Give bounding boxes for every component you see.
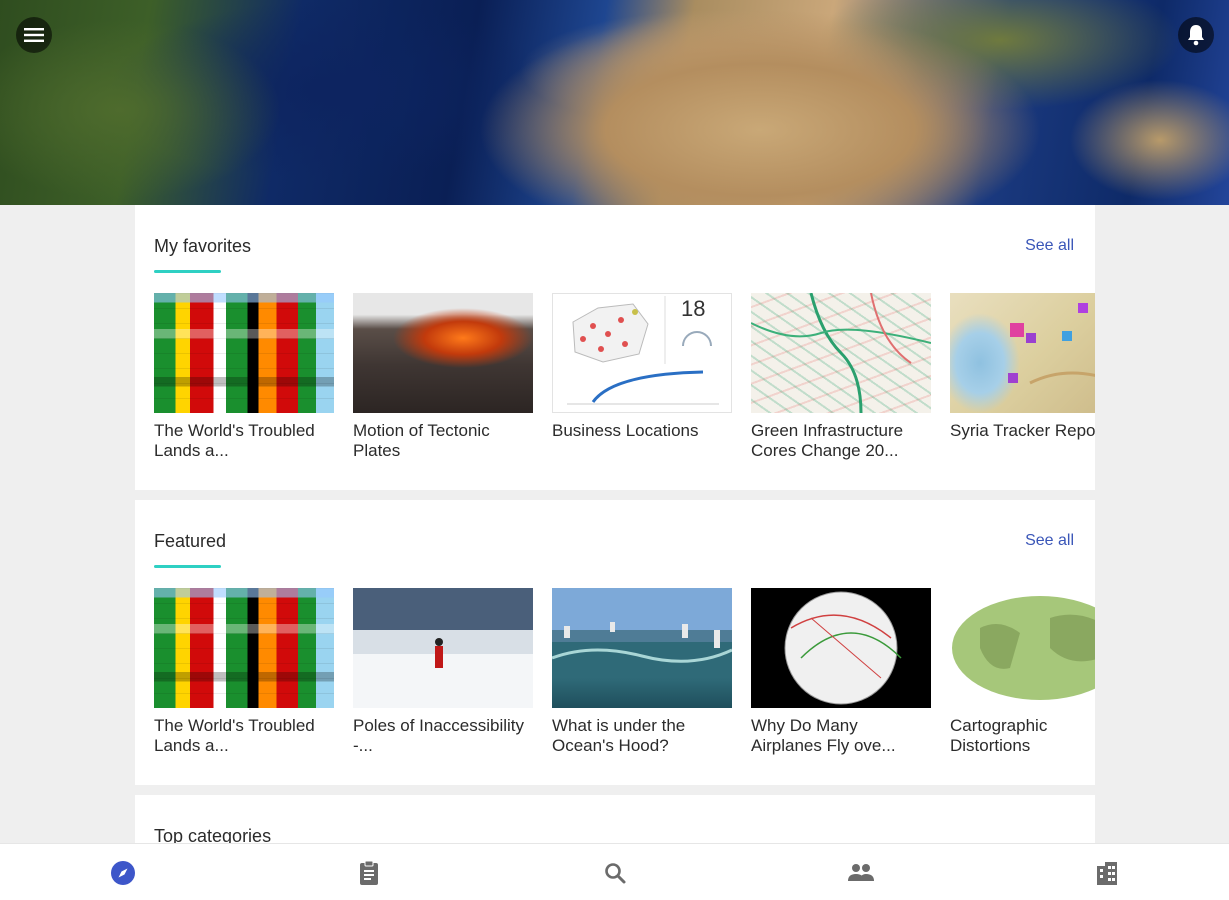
item-thumbnail	[353, 588, 533, 708]
item-card[interactable]: Cartographic Distortions	[950, 588, 1095, 756]
building-icon	[1097, 862, 1117, 885]
notifications-button[interactable]	[1178, 17, 1214, 53]
section-title: My favorites	[154, 236, 252, 256]
item-title: Motion of Tectonic Plates	[353, 421, 490, 460]
item-thumbnail: 18	[552, 293, 732, 413]
item-title: The World's Troubled Lands a...	[154, 716, 315, 755]
item-card[interactable]: Green Infrastructure Cores Change 20...	[751, 293, 931, 461]
item-thumbnail	[154, 588, 334, 708]
nav-search[interactable]	[601, 859, 629, 887]
item-card[interactable]: The World's Troubled Lands a...	[154, 293, 334, 461]
people-icon	[848, 864, 874, 881]
item-title: Poles of Inaccessibility -...	[353, 716, 525, 755]
nav-groups[interactable]	[847, 859, 875, 887]
item-thumbnail	[154, 293, 334, 413]
item-card[interactable]: Why Do Many Airplanes Fly ove...	[751, 588, 931, 756]
bottom-navigation	[0, 843, 1229, 900]
item-title: Green Infrastructure Cores Change 20...	[751, 421, 904, 460]
item-title: Syria Tracker Reports	[950, 421, 1095, 440]
item-thumbnail	[950, 588, 1095, 708]
section-title: Featured	[154, 531, 227, 551]
item-thumbnail	[552, 588, 732, 708]
section-underline	[154, 270, 221, 273]
item-title: Cartographic Distortions	[950, 716, 1048, 755]
item-thumbnail	[751, 588, 931, 708]
featured-section: Featured See all The World's Troubled La…	[135, 500, 1095, 785]
item-card[interactable]: Motion of Tectonic Plates	[353, 293, 533, 461]
item-thumbnail	[751, 293, 931, 413]
item-card[interactable]: 18 Business Locations	[552, 293, 732, 461]
item-title: What is under the Ocean's Hood?	[552, 716, 686, 755]
bell-icon	[1188, 25, 1204, 46]
search-icon	[605, 863, 626, 884]
item-thumbnail	[353, 293, 533, 413]
item-card[interactable]: Syria Tracker Reports	[950, 293, 1095, 461]
item-title: Business Locations	[552, 421, 699, 440]
clipboard-icon	[360, 860, 378, 885]
item-title: Why Do Many Airplanes Fly ove...	[751, 716, 896, 755]
see-all-favorites-link[interactable]: See all	[1025, 237, 1074, 255]
item-card[interactable]: The World's Troubled Lands a...	[154, 588, 334, 756]
item-card[interactable]: Poles of Inaccessibility -...	[353, 588, 533, 756]
section-underline	[154, 565, 221, 568]
nav-organization[interactable]	[1093, 859, 1121, 887]
nav-explore[interactable]	[109, 859, 137, 887]
item-thumbnail	[950, 293, 1095, 413]
favorites-carousel[interactable]: The World's Troubled Lands a... Motion o…	[154, 293, 1095, 473]
dashboard-count: 18	[681, 296, 706, 321]
featured-carousel[interactable]: The World's Troubled Lands a... Poles of…	[154, 588, 1095, 768]
compass-icon	[111, 861, 135, 885]
header-banner	[0, 0, 1229, 205]
nav-content[interactable]	[355, 859, 383, 887]
hamburger-menu-icon	[24, 28, 44, 42]
item-card[interactable]: What is under the Ocean's Hood?	[552, 588, 732, 756]
item-title: The World's Troubled Lands a...	[154, 421, 315, 460]
favorites-section: My favorites See all The World's Trouble…	[135, 205, 1095, 490]
see-all-featured-link[interactable]: See all	[1025, 532, 1074, 550]
menu-button[interactable]	[16, 17, 52, 53]
